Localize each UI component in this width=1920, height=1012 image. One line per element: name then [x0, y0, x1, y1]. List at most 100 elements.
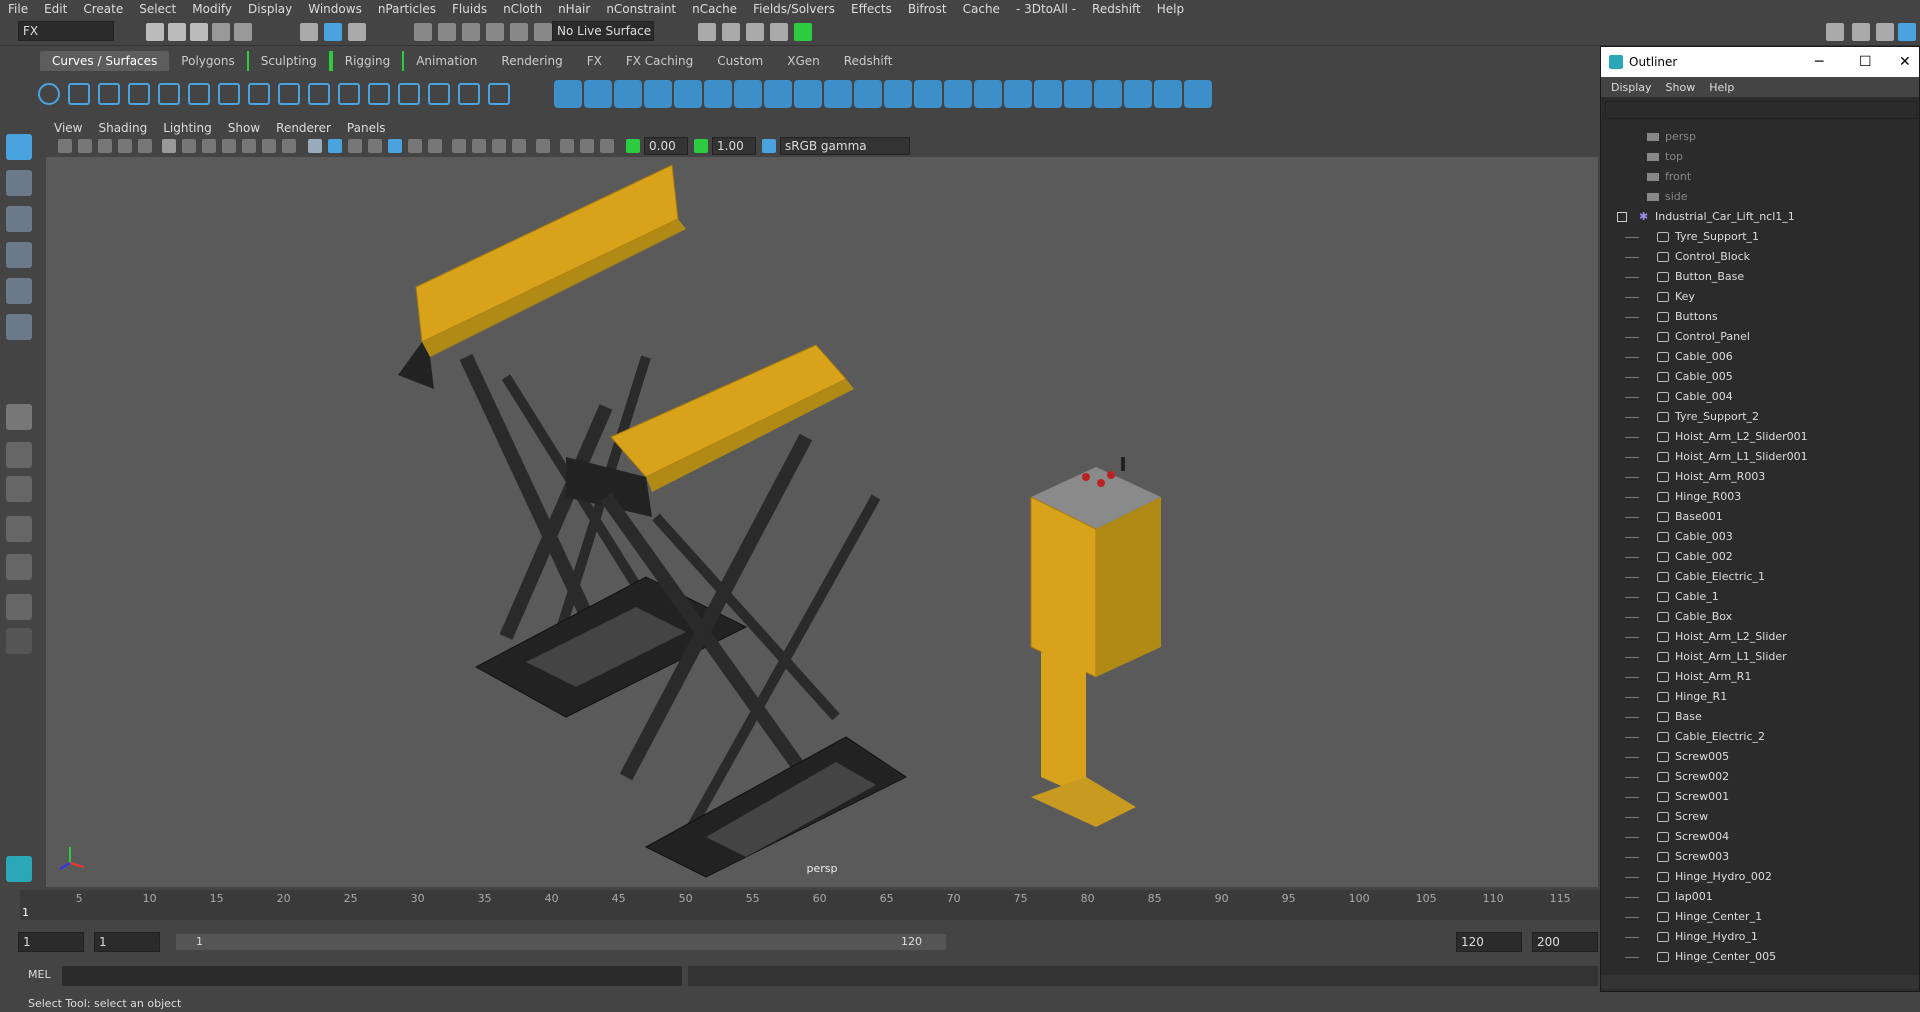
- outliner-item-row[interactable]: Cable_Box: [1601, 607, 1919, 627]
- outliner-item-row[interactable]: Button_Base: [1601, 267, 1919, 287]
- exposure-field[interactable]: 0.00: [644, 137, 688, 155]
- live-surface-field[interactable]: No Live Surface: [552, 21, 654, 41]
- nurbs-square-icon[interactable]: [68, 83, 90, 105]
- menu-create[interactable]: Create: [83, 2, 123, 16]
- select-component-icon[interactable]: [348, 23, 366, 41]
- outliner-item-row[interactable]: Hoist_Arm_L2_Slider001: [1601, 427, 1919, 447]
- menu-display[interactable]: Display: [248, 2, 292, 16]
- outliner-item-row[interactable]: Control_Block: [1601, 247, 1919, 267]
- menu-nconstraint[interactable]: nConstraint: [606, 2, 676, 16]
- layout-outliner-icon[interactable]: [6, 516, 32, 542]
- film-gate-icon[interactable]: [182, 139, 196, 153]
- menu-3dtoall[interactable]: - 3DtoAll -: [1016, 2, 1076, 16]
- end-time-field[interactable]: 200: [1532, 932, 1598, 952]
- loft-icon[interactable]: [764, 80, 792, 108]
- outliner-menu-display[interactable]: Display: [1611, 81, 1652, 94]
- shelf-tab-custom[interactable]: Custom: [705, 51, 775, 71]
- nurbs-circle-icon[interactable]: [38, 83, 60, 105]
- shelf-tab-sculpting[interactable]: Sculpting: [246, 51, 331, 71]
- scale-tool-icon[interactable]: [6, 314, 32, 340]
- nurbs-cube-icon[interactable]: [584, 80, 612, 108]
- menu-redshift[interactable]: Redshift: [1092, 2, 1141, 16]
- outliner-item-row[interactable]: Hoist_Arm_R003: [1601, 467, 1919, 487]
- shadows-icon[interactable]: [428, 139, 442, 153]
- outliner-item-row[interactable]: Buttons: [1601, 307, 1919, 327]
- nurbs-cylinder-icon[interactable]: [614, 80, 642, 108]
- wireframe-on-shaded-icon[interactable]: [368, 139, 382, 153]
- shelf-tab-rigging[interactable]: Rigging: [330, 51, 405, 71]
- gamma-icon[interactable]: [694, 139, 708, 153]
- intersect-icon[interactable]: [1034, 80, 1062, 108]
- sculpt-icon[interactable]: [1184, 80, 1212, 108]
- select-object-icon[interactable]: [324, 23, 342, 41]
- viewport-menu-lighting[interactable]: Lighting: [163, 121, 212, 135]
- outliner-item-row[interactable]: Screw003: [1601, 847, 1919, 867]
- outliner-item-row[interactable]: Cable_1: [1601, 587, 1919, 607]
- safe-action-icon[interactable]: [262, 139, 276, 153]
- cv-curve-icon[interactable]: [98, 83, 120, 105]
- menu-fluids[interactable]: Fluids: [452, 2, 487, 16]
- curve-e-icon[interactable]: [338, 83, 360, 105]
- outliner-menu-help[interactable]: Help: [1709, 81, 1734, 94]
- outliner-item-row[interactable]: Base: [1601, 707, 1919, 727]
- menu-file[interactable]: File: [8, 2, 28, 16]
- layout-single-icon[interactable]: [6, 404, 32, 430]
- shelf-tab-rendering[interactable]: Rendering: [489, 51, 574, 71]
- attach-icon[interactable]: [1124, 80, 1152, 108]
- square-surface-icon[interactable]: [914, 80, 942, 108]
- layout-graph-icon[interactable]: [6, 554, 32, 580]
- outliner-item-row[interactable]: Hinge_Hydro_1: [1601, 927, 1919, 947]
- extrude-icon[interactable]: [824, 80, 852, 108]
- pencil-curve-icon[interactable]: [158, 83, 180, 105]
- xray-components-icon[interactable]: [600, 139, 614, 153]
- outliner-item-row[interactable]: Tyre_Support_2: [1601, 407, 1919, 427]
- snap-surface-icon[interactable]: [510, 23, 528, 41]
- shelf-tab-animation[interactable]: Animation: [404, 51, 489, 71]
- curve-j-icon[interactable]: [488, 83, 510, 105]
- mel-label[interactable]: MEL: [28, 968, 51, 981]
- rotate-tool-icon[interactable]: [6, 278, 32, 304]
- default-material-icon[interactable]: [348, 139, 362, 153]
- hypershade-icon[interactable]: [794, 23, 812, 41]
- snap-grid-icon[interactable]: [414, 23, 432, 41]
- curve-a-icon[interactable]: [218, 83, 240, 105]
- tool-settings-icon[interactable]: [1898, 23, 1916, 41]
- redo-icon[interactable]: [234, 23, 252, 41]
- outliner-item-row[interactable]: Hoist_Arm_L1_Slider001: [1601, 447, 1919, 467]
- shelf-tab-xgen[interactable]: XGen: [775, 51, 832, 71]
- menu-nparticles[interactable]: nParticles: [378, 2, 436, 16]
- revolve-icon[interactable]: [734, 80, 762, 108]
- viewport-persp[interactable]: persp: [46, 157, 1598, 887]
- curve-i-icon[interactable]: [458, 83, 480, 105]
- outliner-item-row[interactable]: Screw001: [1601, 787, 1919, 807]
- select-tool-icon[interactable]: [6, 134, 32, 160]
- bezier-curve-icon[interactable]: [188, 83, 210, 105]
- textured-icon[interactable]: [388, 139, 402, 153]
- exposure-icon[interactable]: [626, 139, 640, 153]
- outliner-item-row[interactable]: lap001: [1601, 887, 1919, 907]
- outliner-item-row[interactable]: Screw005: [1601, 747, 1919, 767]
- grid-icon[interactable]: [162, 139, 176, 153]
- render-view-icon[interactable]: [770, 23, 788, 41]
- outliner-item-row[interactable]: Hinge_R003: [1601, 487, 1919, 507]
- time-slider[interactable]: 1 5 10 15 20 25 30 35 40 45 50 55 60 65 70 75 80 85 90 95 10…: [20, 890, 1600, 920]
- 2d-pan-icon[interactable]: [138, 139, 152, 153]
- nurbs-sphere-icon[interactable]: [554, 80, 582, 108]
- outliner-item-row[interactable]: Cable_002: [1601, 547, 1919, 567]
- outliner-camera-row[interactable]: top: [1601, 147, 1919, 167]
- menu-ncache[interactable]: nCache: [692, 2, 737, 16]
- collapse-icon[interactable]: [1617, 212, 1627, 222]
- layout-four-icon[interactable]: [6, 442, 32, 468]
- maximize-icon[interactable]: ☐: [1859, 47, 1872, 77]
- outliner-menu-show[interactable]: Show: [1666, 81, 1696, 94]
- attribute-editor-icon[interactable]: [1876, 23, 1894, 41]
- curve-b-icon[interactable]: [248, 83, 270, 105]
- field-chart-icon[interactable]: [242, 139, 256, 153]
- outliner-hscrollbar[interactable]: [1601, 975, 1919, 989]
- menu-fields-solvers[interactable]: Fields/Solvers: [753, 2, 835, 16]
- minimize-icon[interactable]: ─: [1815, 47, 1823, 77]
- outliner-item-row[interactable]: Cable_006: [1601, 347, 1919, 367]
- outliner-item-row[interactable]: Cable_Electric_2: [1601, 727, 1919, 747]
- outliner-item-row[interactable]: Hinge_Center_005: [1601, 947, 1919, 967]
- viewport-menu-show[interactable]: Show: [228, 121, 260, 135]
